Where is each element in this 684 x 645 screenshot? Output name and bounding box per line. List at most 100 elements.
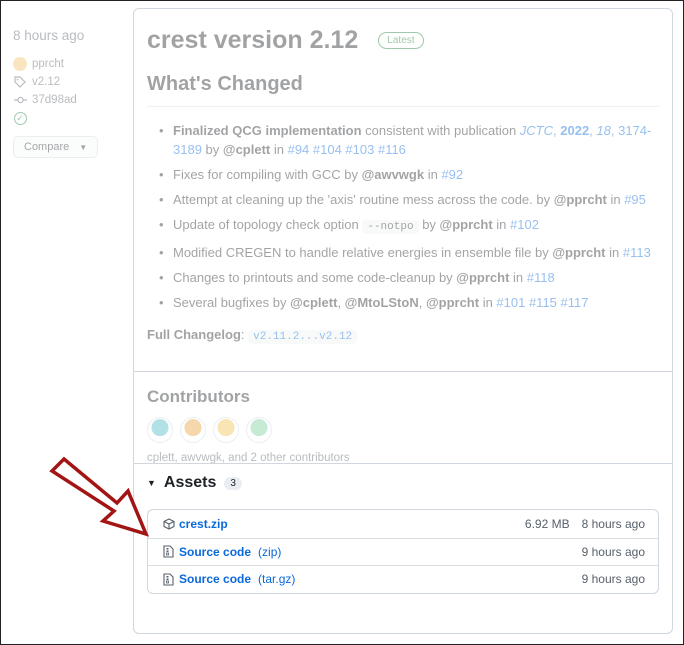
change-text: Modified CREGEN to handle relative energ… xyxy=(173,245,553,260)
commit-link[interactable]: 37d98ad xyxy=(13,91,123,109)
change-emphasis: @pprcht xyxy=(553,192,607,207)
file-zip-icon xyxy=(162,573,175,586)
change-text: by xyxy=(418,217,440,232)
assets-toggle[interactable]: ▼ Assets 3 xyxy=(147,474,242,492)
compare-button[interactable]: Compare ▼ xyxy=(13,136,99,158)
contributor-avatar[interactable] xyxy=(147,417,173,443)
change-text: Attempt at cleaning up the 'axis' routin… xyxy=(173,192,554,207)
asset-row: Source code (tar.gz) 9 hours ago xyxy=(148,565,658,593)
change-text: --notpo xyxy=(362,220,419,234)
release-title[interactable]: crest version 2.12 xyxy=(147,26,358,55)
change-text: in xyxy=(606,192,625,207)
asset-download-link[interactable]: Source code xyxy=(179,545,251,559)
change-link[interactable]: 2022 xyxy=(560,123,589,138)
assets-count-badge: 3 xyxy=(224,476,242,490)
asset-row: Source code (zip) 9 hours ago xyxy=(148,537,658,566)
change-text: in xyxy=(270,142,288,157)
chevron-down-icon: ▼ xyxy=(79,142,88,152)
change-text: , xyxy=(418,295,426,310)
change-link[interactable]: 18 xyxy=(596,123,610,138)
change-text: in xyxy=(605,245,623,260)
change-link[interactable]: #102 xyxy=(510,217,539,232)
change-emphasis: @cplett xyxy=(290,295,338,310)
change-item: Changes to printouts and some code-clean… xyxy=(147,268,657,287)
change-emphasis: @pprcht xyxy=(456,270,510,285)
asset-time: 9 hours ago xyxy=(581,572,645,587)
change-item: Modified CREGEN to handle relative energ… xyxy=(147,243,657,262)
asset-time: 9 hours ago xyxy=(581,544,645,559)
commit-icon xyxy=(13,95,27,105)
author-link[interactable]: pprcht xyxy=(13,55,123,73)
change-item: Attempt at cleaning up the 'axis' routin… xyxy=(147,190,657,209)
contributor-avatar[interactable] xyxy=(213,417,239,443)
release-time: 8 hours ago xyxy=(13,28,85,43)
asset-format[interactable]: (tar.gz) xyxy=(258,572,295,586)
change-item: Several bugfixes by @cplett, @MtoLStoN, … xyxy=(147,293,657,312)
release-body: crest version 2.12 Latest What's Changed… xyxy=(134,9,672,371)
asset-format[interactable]: (zip) xyxy=(258,545,281,559)
change-text: consistent with publication xyxy=(361,123,520,138)
verified-status: ✓ xyxy=(13,109,123,127)
release-header: crest version 2.12 Latest xyxy=(147,26,424,55)
change-emphasis: @awvwgk xyxy=(361,167,425,182)
assets-heading: Assets xyxy=(163,474,217,491)
contributor-avatar[interactable] xyxy=(180,417,206,443)
contributors-section: Contributors cplett, awvwgk, and 2 other… xyxy=(134,372,672,464)
change-link[interactable]: #101 #115 #117 xyxy=(496,295,588,310)
change-text: Several bugfixes by xyxy=(173,295,291,310)
changes-list: Finalized QCG implementation consistent … xyxy=(147,121,657,318)
asset-row: crest.zip 6.92 MB 8 hours ago xyxy=(148,510,658,538)
annotation-arrow-icon xyxy=(49,456,150,537)
section-divider xyxy=(134,463,672,464)
commit-sha: 37d98ad xyxy=(32,94,77,106)
change-text: in xyxy=(424,167,442,182)
change-text: by xyxy=(201,142,223,157)
change-emphasis: @cplett xyxy=(222,142,271,157)
tag-link[interactable]: v2.12 xyxy=(13,73,123,91)
latest-badge: Latest xyxy=(378,32,424,49)
change-link[interactable]: #95 xyxy=(624,192,646,207)
assets-list: crest.zip 6.92 MB 8 hours ago Source code (z… xyxy=(147,509,659,594)
asset-time: 8 hours ago xyxy=(581,516,645,531)
change-text: Fixes for compiling with GCC by xyxy=(173,167,362,182)
file-zip-icon xyxy=(162,545,175,558)
tag-name: v2.12 xyxy=(32,76,61,88)
change-link[interactable]: JCTC xyxy=(520,123,553,138)
change-link[interactable]: #92 xyxy=(441,167,463,182)
changelog-range-link[interactable]: v2.11.2...v2.12 xyxy=(248,330,358,344)
release-meta: 8 hours ago pprcht v2.12 37d98ad ✓ Compa… xyxy=(13,28,123,158)
author-avatar xyxy=(13,57,27,71)
asset-download-link[interactable]: Source code xyxy=(179,572,251,586)
change-emphasis: @MtoLStoN xyxy=(344,295,419,310)
change-text: Changes to printouts and some code-clean… xyxy=(173,270,457,285)
change-emphasis: @pprcht xyxy=(439,217,493,232)
change-emphasis: @pprcht xyxy=(552,245,606,260)
check-circle-icon: ✓ xyxy=(13,111,27,125)
changelog-label: Full Changelog xyxy=(147,327,241,342)
compare-label: Compare xyxy=(24,141,70,153)
author-name: pprcht xyxy=(32,58,64,70)
change-emphasis: @pprcht xyxy=(425,295,480,310)
change-text: Update of topology check option xyxy=(173,217,363,232)
asset-size: 6.92 MB xyxy=(524,516,570,531)
change-link[interactable]: #94 #104 #103 #116 xyxy=(288,142,406,157)
change-item: Finalized QCG implementation consistent … xyxy=(147,121,657,159)
package-icon xyxy=(162,517,175,530)
change-item: Update of topology check option --notpo … xyxy=(147,215,657,237)
change-text: in xyxy=(479,295,497,310)
asset-download-link[interactable]: crest.zip xyxy=(179,517,228,531)
change-text: in xyxy=(492,217,511,232)
change-item: Fixes for compiling with GCC by @awvwgk … xyxy=(147,165,657,184)
contributor-avatars xyxy=(147,417,279,443)
change-link[interactable]: #118 xyxy=(527,270,555,285)
change-emphasis: Finalized QCG implementation xyxy=(173,123,362,138)
change-link[interactable]: #113 xyxy=(623,245,651,260)
contributors-heading: Contributors xyxy=(147,387,250,406)
tag-icon xyxy=(13,76,27,88)
heading-divider xyxy=(147,106,659,107)
contributor-avatar[interactable] xyxy=(246,417,272,443)
change-text: , xyxy=(337,295,345,310)
full-changelog: Full Changelog: v2.11.2...v2.12 xyxy=(147,327,358,344)
whats-changed-heading: What's Changed xyxy=(147,73,303,95)
change-text: in xyxy=(509,270,527,285)
